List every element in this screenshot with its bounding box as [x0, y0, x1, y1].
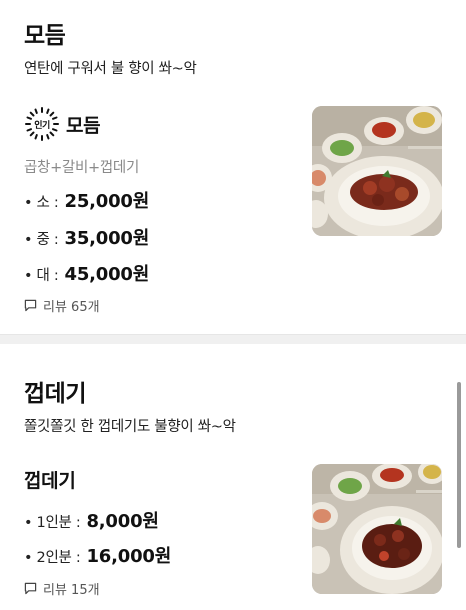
price-value: 25,000원: [64, 191, 150, 212]
menu-photo[interactable]: [312, 106, 442, 236]
popular-badge-icon: 인기: [24, 106, 60, 142]
category-description: 연탄에 구워서 불 향이 쏴~악: [24, 61, 197, 77]
price-option-1-serving: • 1인분 : 8,000원: [24, 507, 159, 533]
menu-name: 껍데기: [24, 470, 76, 492]
price-label: • 중 :: [24, 232, 59, 248]
menu-photo[interactable]: [312, 464, 442, 594]
menu-subtitle: 곱창+갈비+껍데기: [24, 160, 139, 176]
price-option-2-serving: • 2인분 : 16,000원: [24, 542, 171, 568]
price-value: 8,000원: [86, 511, 159, 532]
price-label: • 대 :: [24, 268, 59, 284]
category-title: 모듬: [24, 23, 66, 49]
review-count-link[interactable]: 리뷰 65개: [24, 296, 100, 315]
menu-item-kkeopdegi[interactable]: 껍데기: [24, 466, 76, 493]
review-count-link[interactable]: 리뷰 15개: [24, 579, 100, 598]
popular-badge-label: 인기: [34, 120, 50, 131]
menu-name: 모듬: [66, 114, 101, 137]
review-count: 리뷰 15개: [43, 583, 100, 598]
food-photo-icon: [312, 464, 442, 594]
menu-item-moodeum[interactable]: 인기 모듬: [24, 106, 101, 142]
food-photo-icon: [312, 106, 442, 236]
comment-icon: [24, 299, 37, 312]
price-label: • 소 :: [24, 195, 59, 211]
category-title: 껍데기: [24, 381, 86, 407]
review-count: 리뷰 65개: [43, 300, 100, 315]
price-option-medium: • 중 : 35,000원: [24, 224, 149, 250]
section-divider: [0, 334, 466, 344]
price-value: 16,000원: [86, 546, 172, 567]
price-label: • 1인분 :: [24, 515, 81, 531]
price-value: 35,000원: [64, 228, 150, 249]
category-section-moodeum: 모듬 연탄에 구워서 불 향이 쏴~악 인기 모듬 곱창+갈비+껍데기 • 소 …: [0, 0, 466, 334]
price-option-large: • 대 : 45,000원: [24, 260, 149, 286]
category-section-kkeopdegi: 껍데기 쫄깃쫄깃 한 껍데기도 불향이 쏴~악 껍데기 • 1인분 : 8,00…: [0, 345, 466, 610]
category-description: 쫄깃쫄깃 한 껍데기도 불향이 쏴~악: [24, 419, 236, 435]
price-label: • 2인분 :: [24, 550, 81, 566]
price-value: 45,000원: [64, 264, 150, 285]
comment-icon: [24, 582, 37, 595]
price-option-small: • 소 : 25,000원: [24, 187, 149, 213]
vertical-scrollbar[interactable]: [457, 382, 461, 548]
